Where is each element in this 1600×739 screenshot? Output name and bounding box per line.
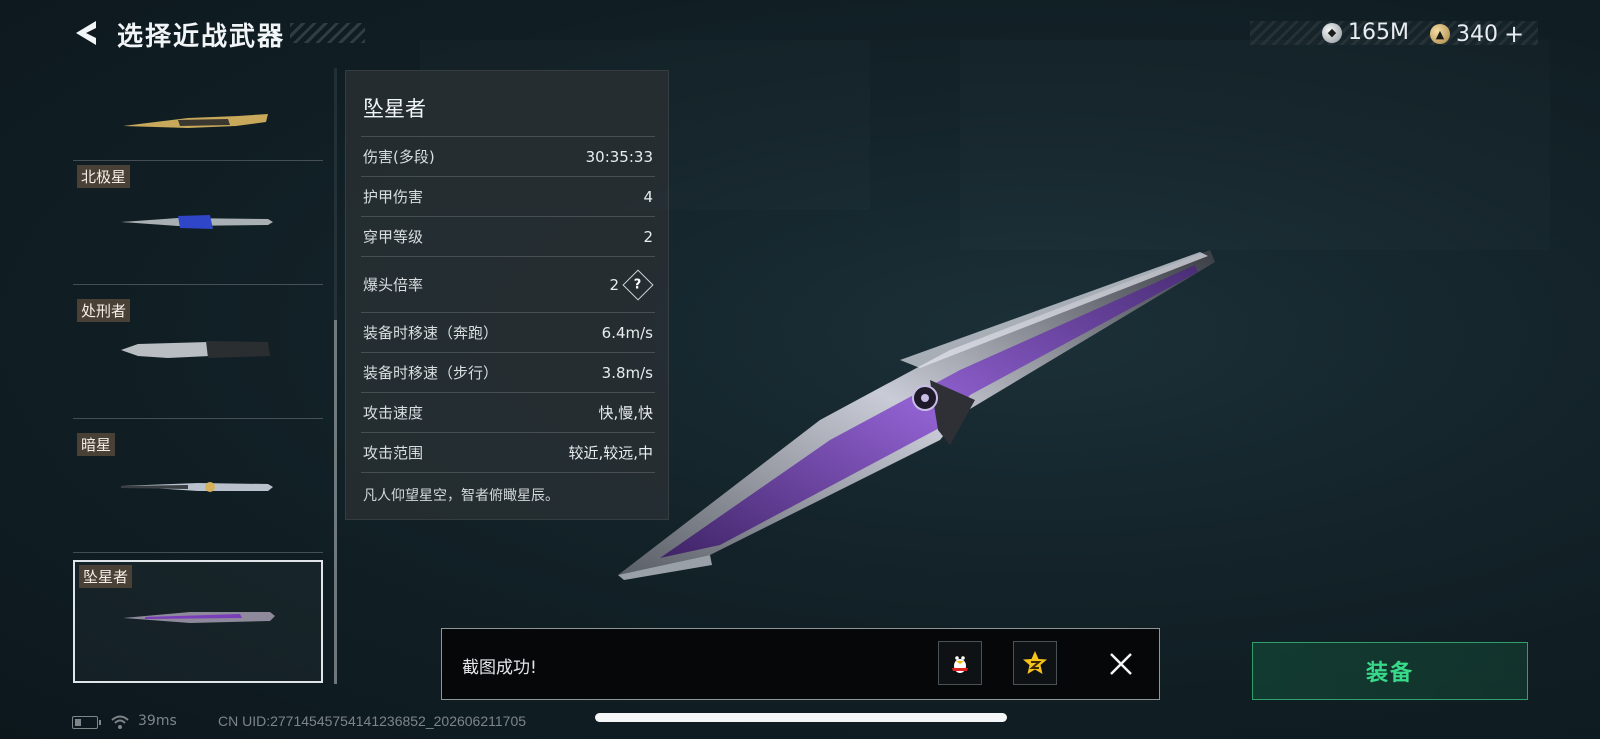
- gold-coin-icon: ▲: [1430, 24, 1450, 44]
- battery-icon: [72, 716, 101, 729]
- gold-currency: ▲ 340 +: [1430, 20, 1524, 48]
- toast-message: 截图成功!: [462, 658, 537, 678]
- stat-value: 4: [643, 187, 653, 206]
- stat-name: 穿甲等级: [363, 228, 424, 246]
- stat-name: 装备时移速（奔跑）: [363, 324, 499, 342]
- dark-star-knife-image: [121, 482, 273, 492]
- weapon-card-dark-star[interactable]: 暗星: [73, 430, 323, 553]
- weapon-card-polaris[interactable]: 北极星: [73, 162, 323, 285]
- stat-value: 30:35:33: [585, 147, 653, 166]
- silver-amount: 165M: [1348, 20, 1409, 45]
- page-title: 选择近战武器: [117, 22, 286, 52]
- ping-readout: 39ms: [138, 713, 177, 729]
- weapon-list: 北极星 处刑者 暗星 坠星者: [73, 68, 323, 688]
- weapon-name-title: 坠星者: [363, 97, 426, 121]
- gold-knife-image: [123, 114, 268, 128]
- weapon-card-star-faller[interactable]: 坠星者: [73, 560, 323, 683]
- star-faller-knife-image: [123, 612, 275, 623]
- equip-button[interactable]: 装备: [1252, 642, 1528, 700]
- polaris-knife-image: [121, 215, 273, 229]
- user-uid: CN UID:27714545754141236852_202606211705: [218, 713, 527, 729]
- stat-name: 攻击速度: [363, 404, 424, 422]
- close-icon[interactable]: [1105, 648, 1137, 680]
- weapon-name-label: 坠星者: [79, 565, 133, 588]
- executioner-knife-image: [121, 341, 270, 358]
- list-scrollbar-thumb[interactable]: [334, 320, 337, 684]
- screenshot-toast: 截图成功!: [441, 628, 1160, 700]
- weapon-name-label: 处刑者: [77, 299, 131, 322]
- home-indicator[interactable]: [595, 713, 1007, 722]
- silver-currency: ◆ 165M: [1322, 20, 1409, 45]
- background-panel: [960, 40, 1550, 250]
- weapon-name-label: 暗星: [77, 433, 116, 456]
- stat-name: 攻击范围: [363, 444, 424, 462]
- stat-row-damage: 伤害(多段) 30:35:33: [361, 136, 655, 176]
- add-currency-button[interactable]: +: [1504, 20, 1524, 48]
- share-qq-button[interactable]: [938, 641, 982, 685]
- weapon-card-gold[interactable]: [73, 68, 323, 161]
- silver-coin-icon: ◆: [1322, 22, 1342, 43]
- stat-name: 护甲伤害: [363, 188, 424, 206]
- title-decoration: [290, 23, 365, 43]
- qq-penguin-icon: [951, 652, 969, 674]
- weapon-card-executioner[interactable]: 处刑者: [73, 296, 323, 419]
- weapon-name-label: 北极星: [77, 165, 131, 188]
- stat-name: 爆头倍率: [363, 276, 424, 294]
- stat-name: 装备时移速（步行）: [363, 364, 499, 382]
- wifi-icon: [111, 715, 129, 729]
- back-arrow-icon[interactable]: [72, 18, 100, 48]
- equip-button-label: 装备: [1365, 661, 1414, 686]
- qzone-star-icon: [1023, 651, 1047, 674]
- share-qzone-button[interactable]: [1013, 641, 1057, 685]
- stat-name: 伤害(多段): [363, 148, 435, 166]
- weapon-preview-image[interactable]: [600, 240, 1230, 590]
- stat-row-armor-damage: 护甲伤害 4: [361, 176, 655, 216]
- gold-amount: 340: [1456, 21, 1498, 47]
